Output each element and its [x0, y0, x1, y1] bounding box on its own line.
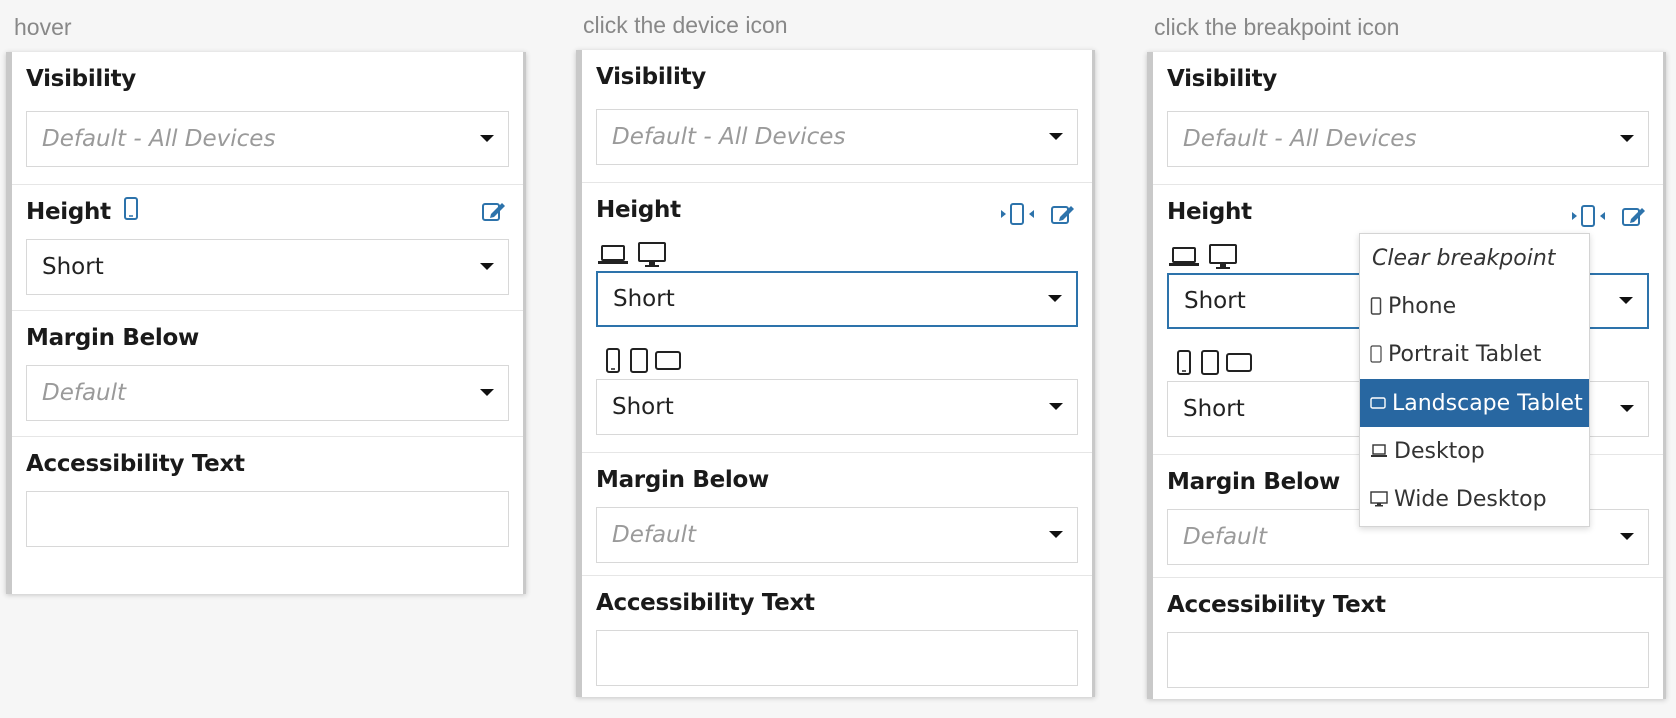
visibility-select[interactable]: Default - All Devices [26, 111, 509, 167]
height-value: Short [613, 286, 675, 312]
menu-item-landscape-tablet[interactable]: Landscape Tablet [1360, 379, 1589, 427]
height-value: Short [42, 254, 104, 280]
phone-icon[interactable] [123, 197, 139, 221]
height-label: Height [26, 199, 111, 225]
accessibility-text-label: Accessibility Text [1167, 592, 1386, 618]
menu-item-label: Portrait Tablet [1388, 341, 1542, 367]
phone-icon[interactable] [605, 348, 621, 374]
breakpoint-menu: Clear breakpoint Phone Portrait Tablet L… [1359, 233, 1590, 527]
visibility-label: Visibility [1167, 66, 1277, 92]
height-select[interactable]: Short [26, 239, 509, 295]
margin-below-section: Margin Below Default [582, 453, 1092, 576]
chevron-down-icon [1620, 135, 1634, 142]
chevron-down-icon [1048, 295, 1062, 302]
chevron-down-icon [1049, 133, 1063, 140]
portrait-tablet-icon[interactable] [629, 348, 649, 374]
landscape-tablet-icon[interactable] [655, 351, 681, 371]
accessibility-text-label: Accessibility Text [596, 590, 815, 616]
menu-item-phone[interactable]: Phone [1360, 282, 1589, 330]
menu-item-portrait-tablet[interactable]: Portrait Tablet [1360, 330, 1589, 378]
edit-icon[interactable] [1050, 202, 1076, 226]
margin-below-label: Margin Below [1167, 469, 1340, 495]
laptop-icon[interactable] [1168, 245, 1200, 269]
chevron-down-icon [1619, 297, 1633, 304]
visibility-label: Visibility [26, 66, 136, 92]
clear-breakpoint-item[interactable]: Clear breakpoint [1360, 234, 1589, 282]
chevron-down-icon [1049, 531, 1063, 538]
visibility-label: Visibility [596, 64, 706, 90]
panel-device-icon: Visibility Default - All Devices Height … [576, 50, 1095, 697]
chevron-down-icon [1620, 533, 1634, 540]
desktop-icon[interactable] [1208, 243, 1238, 271]
landscape-tablet-icon[interactable] [1226, 353, 1252, 373]
height-label: Height [596, 197, 681, 223]
visibility-value: Default - All Devices [612, 124, 846, 150]
caption-device-icon: click the device icon [583, 12, 788, 38]
visibility-value: Default - All Devices [1183, 126, 1417, 152]
menu-item-label: Wide Desktop [1394, 486, 1547, 512]
desktop-icon[interactable] [637, 241, 667, 269]
margin-below-label: Margin Below [26, 325, 199, 351]
phone-icon [1370, 297, 1382, 315]
accessibility-text-input[interactable] [1167, 632, 1649, 688]
caption-hover: hover [14, 14, 72, 40]
portrait-tablet-icon [1370, 345, 1382, 363]
height-desktop-select[interactable]: Short [596, 271, 1078, 327]
menu-item-wide-desktop[interactable]: Wide Desktop [1360, 475, 1589, 523]
chevron-down-icon [1620, 405, 1634, 412]
menu-item-label: Landscape Tablet [1392, 390, 1583, 416]
margin-below-value: Default [1183, 524, 1268, 550]
laptop-icon [1371, 444, 1387, 457]
panel-hover: Visibility Default - All Devices Height … [6, 52, 526, 594]
accessibility-section: Accessibility Text [582, 576, 1092, 697]
margin-below-value: Default [612, 522, 697, 548]
visibility-section: Visibility Default - All Devices [582, 50, 1092, 183]
visibility-section: Visibility Default - All Devices [12, 52, 523, 185]
menu-item-label: Phone [1388, 293, 1457, 319]
edit-icon[interactable] [1621, 204, 1647, 228]
margin-below-section: Margin Below Default [12, 311, 523, 437]
phone-icon[interactable] [1176, 350, 1192, 376]
menu-item-label: Desktop [1394, 438, 1485, 464]
height-section: Height Short [582, 183, 1092, 453]
clear-breakpoint-label: Clear breakpoint [1372, 245, 1556, 271]
height-value: Short [1183, 396, 1245, 422]
portrait-tablet-icon[interactable] [1200, 350, 1220, 376]
breakpoint-icon[interactable] [1571, 204, 1607, 228]
accessibility-text-label: Accessibility Text [26, 451, 245, 477]
margin-below-select[interactable]: Default [596, 507, 1078, 563]
landscape-tablet-icon [1370, 397, 1386, 409]
height-mobile-select[interactable]: Short [596, 379, 1078, 435]
visibility-select[interactable]: Default - All Devices [596, 109, 1078, 165]
margin-below-label: Margin Below [596, 467, 769, 493]
chevron-down-icon [480, 263, 494, 270]
margin-below-value: Default [42, 380, 127, 406]
accessibility-text-input[interactable] [596, 630, 1078, 686]
height-value: Short [612, 394, 674, 420]
height-value: Short [1184, 288, 1246, 314]
height-section: Height Short [12, 185, 523, 311]
caption-breakpoint-icon: click the breakpoint icon [1154, 14, 1400, 40]
menu-item-desktop[interactable]: Desktop [1360, 427, 1589, 475]
accessibility-section: Accessibility Text [1153, 578, 1663, 699]
edit-icon[interactable] [481, 199, 507, 223]
visibility-value: Default - All Devices [42, 126, 276, 152]
visibility-section: Visibility Default - All Devices [1153, 52, 1663, 185]
chevron-down-icon [480, 389, 494, 396]
height-label: Height [1167, 199, 1252, 225]
accessibility-text-input[interactable] [26, 491, 509, 547]
accessibility-section: Accessibility Text [12, 437, 523, 594]
desktop-icon [1370, 491, 1388, 507]
margin-below-select[interactable]: Default [26, 365, 509, 421]
chevron-down-icon [1049, 403, 1063, 410]
laptop-icon[interactable] [597, 243, 629, 267]
chevron-down-icon [480, 135, 494, 142]
visibility-select[interactable]: Default - All Devices [1167, 111, 1649, 167]
breakpoint-icon[interactable] [1000, 202, 1036, 226]
